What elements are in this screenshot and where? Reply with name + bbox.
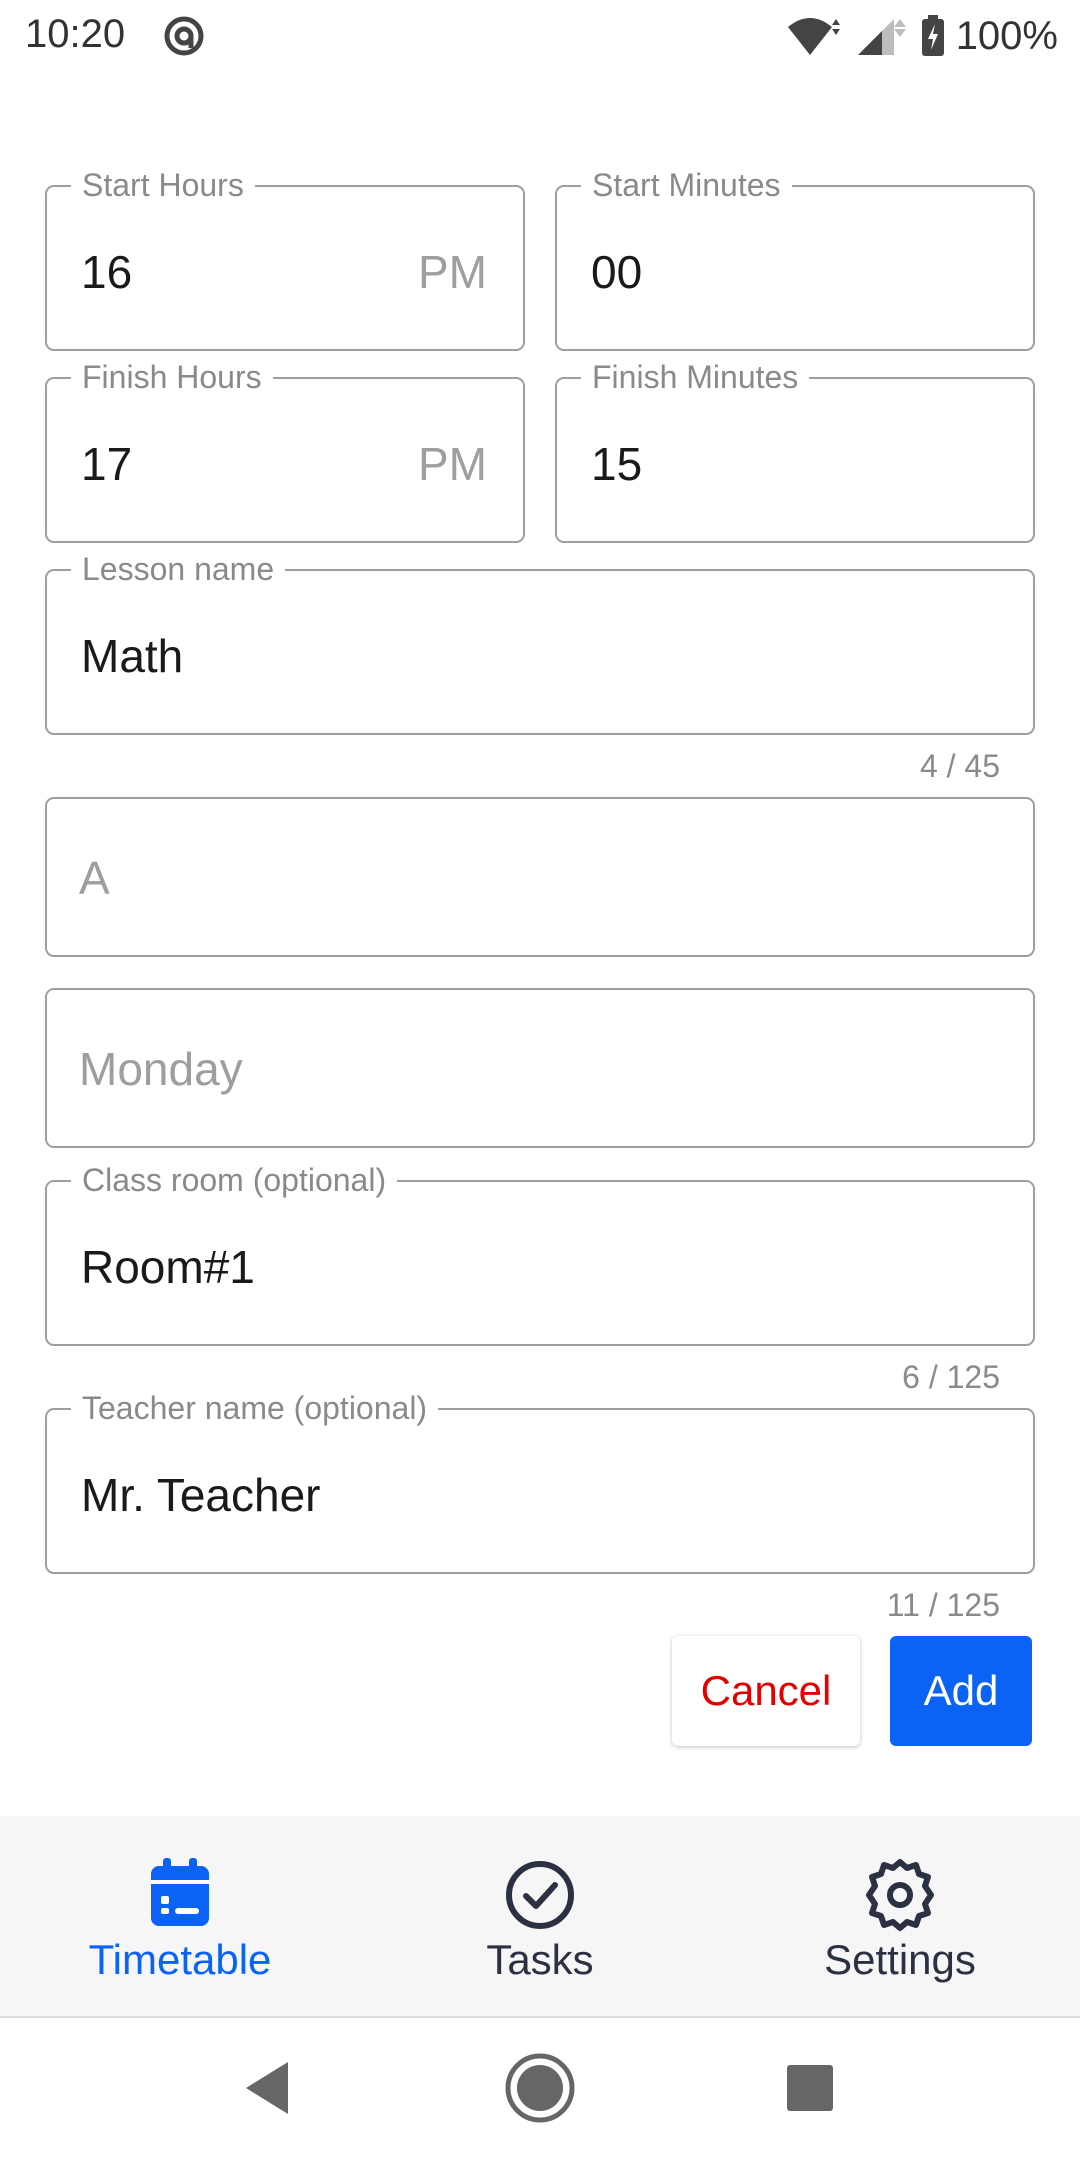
cancel-button[interactable]: Cancel [672,1636,860,1746]
start-hours-label: Start Hours [71,165,255,205]
nav-item-tasks[interactable]: Tasks [360,1816,720,2016]
class-room-label: Class room (optional) [71,1160,398,1200]
day-placeholder: Monday [79,1043,243,1095]
nav-label-timetable: Timetable [88,1936,272,1983]
gear-icon [866,1859,934,1931]
home-icon[interactable] [500,2048,580,2128]
lesson-name-field[interactable]: Lesson name Math [45,549,1035,735]
teacher-name-label: Teacher name (optional) [71,1388,439,1428]
battery-icon [921,15,944,56]
calendar-icon [151,1858,209,1926]
class-room-value: Room#1 [81,1241,255,1293]
check-circle-icon [506,1861,574,1929]
at-sign-icon [164,16,204,56]
bottom-navigation: Timetable Tasks Settings [0,1816,1080,2016]
system-navigation [0,2018,1080,2160]
nav-label-tasks: Tasks [486,1936,594,1983]
nav-item-timetable[interactable]: Timetable [0,1816,360,2016]
week-type-placeholder: A [79,852,110,904]
finish-hours-value: 17 [81,438,133,490]
class-room-counter: 6 / 125 [902,1359,1000,1395]
day-field[interactable]: Monday [45,988,1035,1148]
start-hours-suffix: PM [418,246,487,298]
back-icon[interactable] [226,2048,306,2128]
teacher-name-counter: 11 / 125 [886,1587,1000,1623]
nav-label-settings: Settings [824,1936,976,1983]
status-time: 10:20 [25,12,126,56]
finish-minutes-label: Finish Minutes [581,357,810,397]
wifi-icon [787,18,840,55]
lesson-name-counter: 4 / 45 [919,748,1000,784]
lesson-name-label: Lesson name [71,549,286,589]
battery-percent: 100% [955,13,1058,58]
start-minutes-field[interactable]: Start Minutes 00 [555,165,1035,351]
signal-icon [857,19,906,55]
start-hours-value: 16 [81,246,133,298]
recents-icon[interactable] [770,2048,850,2128]
finish-hours-label: Finish Hours [71,357,273,397]
teacher-name-field[interactable]: Teacher name (optional) Mr. Teacher [45,1388,1035,1574]
finish-minutes-field[interactable]: Finish Minutes 15 [555,357,1035,543]
nav-item-settings[interactable]: Settings [720,1816,1080,2016]
class-room-field[interactable]: Class room (optional) Room#1 [45,1160,1035,1346]
status-bar: 10:20 100% [0,0,1080,72]
week-type-field[interactable]: A [45,797,1035,957]
teacher-name-value: Mr. Teacher [81,1469,321,1521]
start-hours-field[interactable]: Start Hours 16 PM [45,165,525,351]
add-button[interactable]: Add [890,1636,1032,1746]
start-minutes-label: Start Minutes [581,165,792,205]
finish-hours-field[interactable]: Finish Hours 17 PM [45,357,525,543]
lesson-name-value: Math [81,630,184,682]
finish-hours-suffix: PM [418,438,487,490]
start-minutes-value: 00 [591,246,643,298]
status-icons: 100% [786,12,1058,60]
finish-minutes-value: 15 [591,438,643,490]
